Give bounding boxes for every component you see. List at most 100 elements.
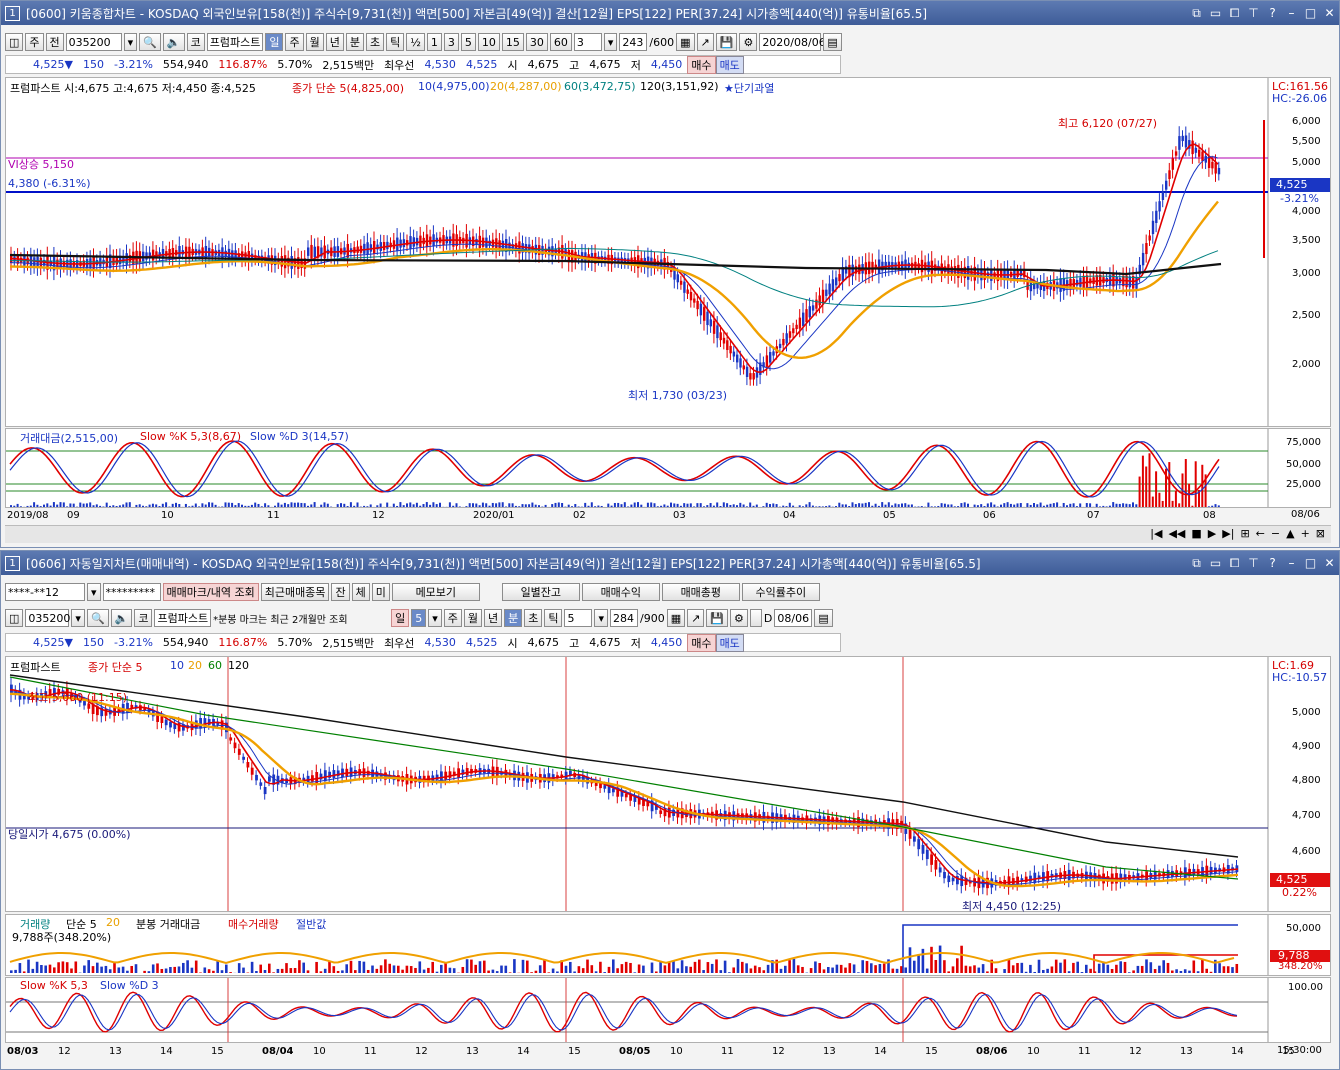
date-checkbox[interactable]: [749, 609, 762, 627]
return-trend-button[interactable]: 수익률추이: [741, 583, 820, 601]
minimize-icon[interactable]: –: [1282, 556, 1301, 571]
tab-day[interactable]: 일: [265, 33, 284, 51]
pin-icon[interactable]: ⊤: [1244, 6, 1263, 21]
tab-minute[interactable]: 분: [345, 33, 364, 51]
maximize-icon[interactable]: □: [1301, 6, 1320, 21]
top-sub-chart[interactable]: 거래대금(2,515,00) Slow %K 5,3(8,67) Slow %D…: [5, 428, 1331, 508]
min-5[interactable]: 5: [460, 33, 476, 51]
speaker-icon[interactable]: 🔈: [110, 609, 133, 627]
period-select[interactable]: 주: [25, 33, 44, 51]
buy-button[interactable]: 매수: [687, 633, 716, 652]
bottom-titlebar[interactable]: 1 [0606] 자동일지차트(매매내역) - KOSDAQ 외국인보유[158…: [1, 551, 1339, 575]
bottom-price-plot[interactable]: [6, 657, 1330, 911]
sell-button[interactable]: 매도: [715, 633, 744, 652]
password-input[interactable]: *********: [102, 583, 161, 601]
pin-icon[interactable]: ⊤: [1244, 556, 1263, 571]
save-icon[interactable]: 💾: [715, 33, 738, 51]
code-input[interactable]: 035200: [65, 33, 122, 51]
stop-icon[interactable]: ■: [1191, 527, 1201, 540]
close-icon[interactable]: ✕: [1320, 6, 1339, 21]
tab-minute[interactable]: 분: [504, 609, 523, 627]
tab-tick[interactable]: 틱: [544, 609, 563, 627]
chart-tool-icon[interactable]: ↗: [687, 609, 705, 627]
reset-icon[interactable]: ⊠: [1316, 527, 1325, 540]
trade-review-button[interactable]: 매매총평: [661, 583, 740, 601]
restore-icon[interactable]: ⧠: [1225, 6, 1244, 21]
triangle-icon[interactable]: ▲: [1286, 527, 1294, 540]
trade-profit-button[interactable]: 매매수익: [581, 583, 660, 601]
min-60[interactable]: 60: [549, 33, 572, 51]
help-icon[interactable]: ?: [1263, 6, 1282, 21]
top-scroll-bar[interactable]: |◀ ◀◀ ■ ▶ ▶| ⊞ ← − ▲ + ⊠: [5, 525, 1331, 543]
grid-icon[interactable]: ▦: [676, 33, 695, 51]
tab-second[interactable]: 초: [524, 609, 543, 627]
layout-icon[interactable]: ◫: [5, 609, 24, 627]
chart-tool-icon[interactable]: ↗: [696, 33, 714, 51]
restore-icon[interactable]: ⧠: [1225, 556, 1244, 571]
min-1[interactable]: 1: [426, 33, 442, 51]
sell-button[interactable]: 매도: [715, 55, 744, 74]
gear-icon[interactable]: ⚙: [730, 609, 748, 627]
tab-month[interactable]: 월: [463, 609, 482, 627]
minimize-toolbar-icon[interactable]: ▭: [1206, 556, 1225, 571]
min-select[interactable]: 3: [573, 33, 602, 51]
min-15[interactable]: 15: [501, 33, 524, 51]
search-icon[interactable]: 🔍: [139, 33, 161, 51]
min-3[interactable]: 3: [443, 33, 459, 51]
code-dropdown-icon[interactable]: ▾: [123, 33, 138, 51]
tab-year[interactable]: 년: [483, 609, 503, 627]
code-input[interactable]: 035200: [25, 609, 70, 627]
dropdown-icon[interactable]: ▾: [428, 609, 442, 627]
top-price-chart[interactable]: 프럼파스트 시:4,675 고:4,675 저:4,450 종:4,525 종가…: [5, 77, 1331, 427]
bottom-volume-chart[interactable]: 거래량 단순 5 20 분봉 거래대금 매수거래량 절반값 9,788주(348…: [5, 914, 1331, 976]
dropdown-icon[interactable]: ▾: [594, 609, 609, 627]
minimize-toolbar-icon[interactable]: ▭: [1206, 6, 1225, 21]
gear-icon[interactable]: ⚙: [739, 33, 758, 51]
market-icon[interactable]: 코: [186, 33, 205, 51]
top-titlebar[interactable]: 1 [0600] 키움종합차트 - KOSDAQ 외국인보유[158(천)] 주…: [1, 1, 1339, 25]
day-count[interactable]: 5: [411, 609, 427, 627]
balance-button[interactable]: 잔: [331, 583, 350, 601]
account-select[interactable]: ****-**12: [5, 583, 85, 601]
unfilled-button[interactable]: 미: [371, 583, 390, 601]
tab-tick[interactable]: 틱: [386, 33, 405, 51]
tab-week[interactable]: 주: [443, 609, 462, 627]
help-icon[interactable]: ?: [1263, 556, 1282, 571]
last-icon[interactable]: ▶|: [1222, 527, 1234, 540]
date-input[interactable]: 2020/08/06: [759, 33, 826, 51]
tab-second[interactable]: 초: [365, 33, 385, 51]
link-icon[interactable]: ⧉: [1187, 556, 1206, 571]
tab-year[interactable]: 년: [325, 33, 344, 51]
dropdown-icon[interactable]: ▾: [603, 33, 618, 51]
daily-balance-button[interactable]: 일별잔고: [501, 583, 580, 601]
next-icon[interactable]: ▶: [1208, 527, 1216, 540]
plus-icon[interactable]: +: [1301, 527, 1310, 540]
first-icon[interactable]: |◀: [1150, 527, 1162, 540]
close-icon[interactable]: ✕: [1320, 556, 1339, 571]
count-input[interactable]: 284: [610, 609, 639, 627]
speaker-icon[interactable]: 🔈: [162, 33, 185, 51]
minus-icon[interactable]: −: [1271, 527, 1280, 540]
recent-trade-button[interactable]: 최근매매종목: [260, 583, 330, 601]
bottom-stoch-plot[interactable]: [6, 978, 1330, 1042]
date-input[interactable]: 08/06: [774, 609, 813, 627]
bottom-stoch-chart[interactable]: Slow %K 5,3 Slow %D 3 100.00: [5, 977, 1331, 1043]
calendar-icon[interactable]: ▤: [814, 609, 833, 627]
min-30[interactable]: 30: [525, 33, 548, 51]
buy-button[interactable]: 매수: [687, 55, 716, 74]
zoom-icon[interactable]: ⊞: [1240, 527, 1249, 540]
half-button[interactable]: ½: [406, 33, 425, 51]
maximize-icon[interactable]: □: [1301, 556, 1320, 571]
trade-mark-button[interactable]: 매매마크/내역 조회: [162, 583, 259, 601]
tab-month[interactable]: 월: [305, 33, 324, 51]
filled-button[interactable]: 체: [351, 583, 370, 601]
bottom-price-chart[interactable]: 프럼파스트 종가 단순 5 10 20 60 120 최고 5,060 (11:…: [5, 656, 1331, 913]
min-10[interactable]: 10: [477, 33, 500, 51]
market-icon[interactable]: 코: [134, 609, 153, 627]
search-icon[interactable]: 🔍: [86, 609, 109, 627]
link-icon[interactable]: ⧉: [1187, 6, 1206, 21]
minimize-icon[interactable]: –: [1282, 6, 1301, 21]
prev-button[interactable]: 전: [45, 33, 64, 51]
bottom-volume-plot[interactable]: [6, 915, 1330, 975]
min-select[interactable]: 5: [564, 609, 593, 627]
